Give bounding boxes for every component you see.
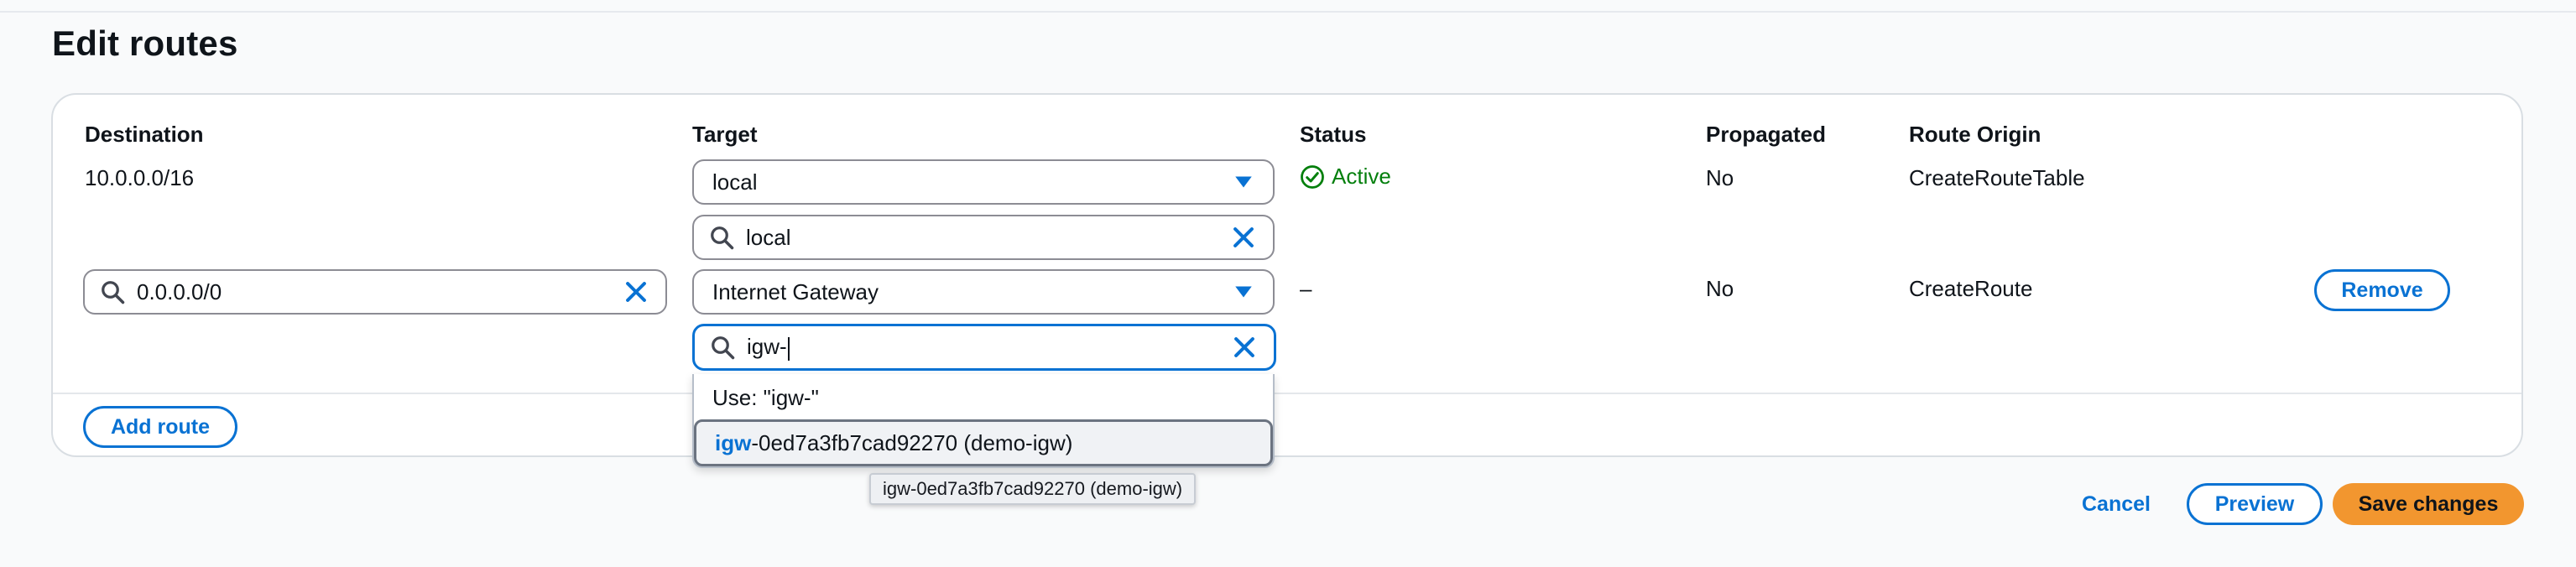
status-badge: Active — [1300, 164, 1391, 190]
add-route-button[interactable]: Add route — [83, 406, 237, 448]
remove-button[interactable]: Remove — [2314, 269, 2450, 311]
column-header-target: Target — [692, 122, 758, 147]
check-circle-icon — [1301, 164, 1324, 189]
preview-button[interactable]: Preview — [2187, 483, 2323, 525]
target-type-value: Internet Gateway — [712, 278, 879, 304]
suggestion-match-text: igw — [715, 429, 752, 455]
top-divider — [0, 0, 2576, 13]
search-icon — [712, 336, 735, 360]
target-search-value: local — [746, 224, 791, 250]
routes-panel: Destination Target Status Propagated Rou… — [51, 93, 2523, 457]
caret-down-icon — [1235, 176, 1252, 188]
column-header-route-origin: Route Origin — [1909, 122, 2042, 147]
igw-suggestion-option[interactable]: igw -0ed7a3fb7cad92270 (demo-igw) — [694, 419, 1273, 466]
search-icon — [711, 226, 734, 250]
status-text: – — [1300, 276, 1312, 301]
panel-divider — [53, 393, 2521, 394]
cancel-button[interactable]: Cancel — [2082, 492, 2151, 517]
column-header-propagated: Propagated — [1706, 122, 1827, 147]
route-origin: CreateRouteTable — [1909, 165, 2085, 190]
clear-icon[interactable] — [1229, 223, 1258, 252]
suggestion-rest-text: -0ed7a3fb7cad92270 (demo-igw) — [751, 429, 1073, 455]
clear-icon[interactable] — [622, 278, 650, 306]
status-text: Active — [1332, 164, 1391, 189]
target-search-input[interactable]: local — [692, 215, 1275, 260]
route-destination: 10.0.0.0/16 — [85, 165, 195, 190]
clear-icon[interactable] — [1230, 333, 1259, 362]
suggestion-tooltip: igw-0ed7a3fb7cad92270 (demo-igw) — [869, 473, 1197, 505]
text-cursor — [787, 336, 790, 361]
route-propagated: No — [1706, 165, 1734, 190]
destination-input-value: 0.0.0.0/0 — [137, 278, 222, 304]
column-header-destination: Destination — [85, 122, 204, 147]
target-type-value: local — [712, 169, 758, 195]
route-origin: CreateRoute — [1909, 276, 2033, 301]
target-suggestions-dropdown: Use: "igw-" igw -0ed7a3fb7cad92270 (demo-… — [692, 374, 1275, 468]
caret-down-icon — [1235, 286, 1252, 298]
target-type-select[interactable]: Internet Gateway — [692, 269, 1275, 315]
target-type-select[interactable]: local — [692, 159, 1275, 205]
column-header-status: Status — [1300, 122, 1367, 147]
save-changes-button[interactable]: Save changes — [2333, 483, 2524, 525]
route-propagated: No — [1706, 276, 1734, 301]
search-icon — [102, 281, 125, 304]
target-search-input[interactable]: igw- — [692, 324, 1276, 371]
page-title: Edit routes — [52, 23, 238, 63]
target-search-value: igw- — [747, 334, 1230, 361]
use-value-option[interactable]: Use: "igw-" — [694, 374, 1273, 421]
destination-input[interactable]: 0.0.0.0/0 — [83, 269, 667, 315]
